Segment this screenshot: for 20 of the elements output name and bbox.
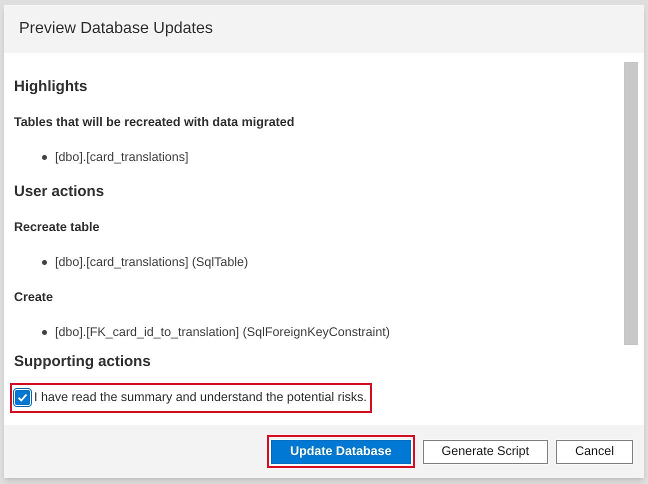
acknowledge-checkbox[interactable] <box>15 390 30 405</box>
section-heading: Supporting actions <box>14 352 151 372</box>
bullet-icon <box>42 330 47 335</box>
section-heading: User actions <box>14 182 104 202</box>
dialog-button[interactable]: Update Database <box>271 440 411 464</box>
list-item: [dbo].[FK_card_id_to_translation] (SqlForeignKeyConstraint) <box>55 324 390 342</box>
group-title: Tables that will be recreated with data migrated <box>14 114 294 132</box>
list-item: [dbo].[card_translations] <box>55 149 188 166</box>
section-heading: Highlights <box>14 77 88 98</box>
dialog-title: Preview Database Updates <box>19 19 213 39</box>
acknowledge-label: I have read the summary and understand the potential risks. <box>34 389 367 406</box>
bullet-icon <box>42 260 47 265</box>
scrollbar-thumb[interactable] <box>624 62 638 345</box>
checkmark-icon <box>17 392 28 403</box>
dialog-button[interactable]: Generate Script <box>422 440 548 464</box>
group-title: Recreate table <box>14 219 100 236</box>
bullet-icon <box>42 155 47 160</box>
list-item: [dbo].[card_translations] (SqlTable) <box>55 254 248 272</box>
dialog-button[interactable]: Cancel <box>556 440 633 464</box>
group-title: Create <box>14 289 53 306</box>
